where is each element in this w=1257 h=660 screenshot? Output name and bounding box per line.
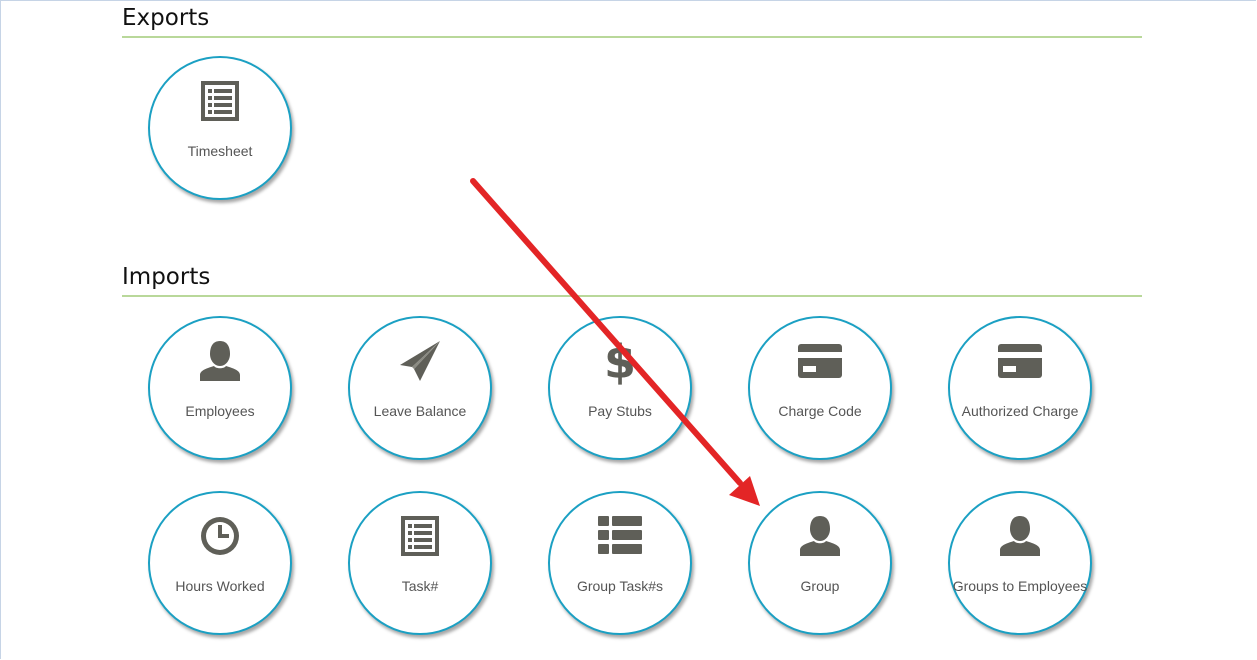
list-icon: [197, 78, 243, 124]
tile-authorized-charge[interactable]: Authorized Charge: [948, 316, 1092, 460]
svg-text:$: $: [604, 337, 636, 385]
user-icon: [797, 513, 843, 559]
tile-label: Charge Code: [778, 403, 862, 419]
credit-card-icon: [797, 338, 843, 384]
tile-label: Pay Stubs: [588, 403, 652, 419]
tile-task-number[interactable]: Task#: [348, 491, 492, 635]
tile-label: Task#: [401, 578, 439, 594]
credit-card-icon: [997, 338, 1043, 384]
tile-label: Hours Worked: [175, 578, 265, 594]
exports-heading: Exports: [122, 4, 1142, 38]
tile-pay-stubs[interactable]: $ Pay Stubs: [548, 316, 692, 460]
tile-label: Employees: [185, 403, 255, 419]
tile-leave-balance[interactable]: Leave Balance: [348, 316, 492, 460]
tile-employees[interactable]: Employees: [148, 316, 292, 460]
tile-label: Authorized Charge: [961, 403, 1079, 419]
tile-label: Leave Balance: [373, 403, 467, 419]
tile-label: Group Task#s: [576, 578, 664, 594]
tile-charge-code[interactable]: Charge Code: [748, 316, 892, 460]
tile-label: Group: [800, 578, 840, 594]
th-list-icon: [597, 513, 643, 559]
tile-group-task-numbers[interactable]: Group Task#s: [548, 491, 692, 635]
dollar-icon: $: [597, 337, 643, 385]
list-icon: [397, 513, 443, 559]
imports-heading: Imports: [122, 263, 1142, 297]
tile-group[interactable]: Group: [748, 491, 892, 635]
paper-plane-icon: [397, 338, 443, 384]
user-icon: [997, 513, 1043, 559]
tile-timesheet-export[interactable]: Timesheet: [148, 56, 292, 200]
user-icon: [197, 338, 243, 384]
tile-groups-to-employees[interactable]: Groups to Employees: [948, 491, 1092, 635]
clock-icon: [197, 513, 243, 559]
tile-hours-worked[interactable]: Hours Worked: [148, 491, 292, 635]
tile-label: Groups to Employees: [952, 578, 1088, 594]
tile-label: Timesheet: [187, 143, 253, 159]
